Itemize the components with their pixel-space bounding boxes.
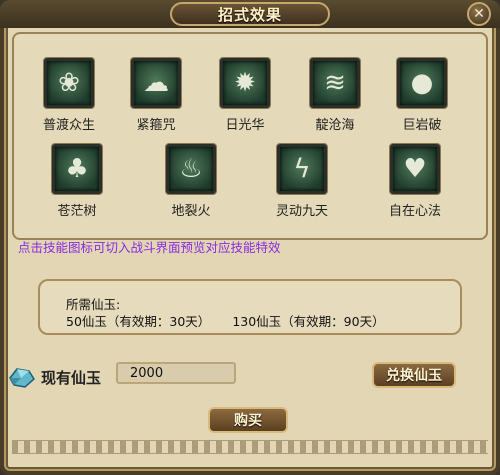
skill-label: 靛沧海 [315,118,355,133]
skill-label: 自在心法 [388,204,441,219]
skill-item[interactable]: ♣ 苍茫树 [42,144,112,219]
dialog-title: 招式效果 [217,5,282,24]
lotus-icon[interactable]: ❀ [44,58,94,108]
decorative-border [12,440,488,454]
skill-label: 日光华 [225,118,265,133]
skill-item[interactable]: ≋ 靛沧海 [300,58,370,133]
skill-label: 地裂火 [171,204,211,219]
skill-item[interactable]: ♨ 地裂火 [156,144,226,219]
skill-item[interactable]: ❀ 普渡众生 [34,58,104,133]
boulder-icon[interactable]: ● [397,58,447,108]
skill-label: 巨岩破 [402,118,442,133]
skill-item[interactable]: ☁ 紧箍咒 [121,58,191,133]
cloud-icon[interactable]: ☁ [131,58,181,108]
skill-label: 普渡众生 [42,118,95,133]
title-plate: 招式效果 [170,2,330,26]
buy-button[interactable]: 购买 [208,407,288,433]
cost-box: 所需仙玉: 50仙玉（有效期：30天） 130仙玉（有效期：90天） [38,279,462,335]
exchange-jade-button[interactable]: 兑换仙玉 [372,362,456,388]
close-button[interactable]: ✕ [467,2,491,26]
skill-label: 紧箍咒 [136,118,176,133]
title-bar: 招式效果 [0,0,500,28]
skill-label: 灵动九天 [275,204,328,219]
skill-item[interactable]: ♥ 自在心法 [380,144,450,219]
cost-option-90-days: 130仙玉（有效期：90天） [232,314,385,329]
tree-icon[interactable]: ♣ [52,144,102,194]
fire-icon[interactable]: ♨ [166,144,216,194]
close-icon: ✕ [473,6,485,22]
hearts-icon[interactable]: ♥ [390,144,440,194]
cost-option-30-days: 50仙玉（有效期：30天） [66,314,211,329]
owned-jade-label: 现有仙玉 [41,369,102,387]
skills-panel: ❀ 普渡众生 ☁ 紧箍咒 ✹ 日光华 ≋ 靛沧海 ● 巨岩破 ♣ 苍茫树 ♨ 地… [12,32,488,240]
skill-preview-hint: 点击技能图标可切入战斗界面预览对应技能特效 [18,240,281,255]
jade-gem-icon [6,365,38,391]
skill-label: 苍茫树 [57,204,97,219]
skill-item[interactable]: ● 巨岩破 [387,58,457,133]
lightning-icon[interactable]: ϟ [277,144,327,194]
sun-flower-icon[interactable]: ✹ [220,58,270,108]
skill-item[interactable]: ϟ 灵动九天 [267,144,337,219]
owned-jade-value: 2000 [116,362,236,384]
wave-icon[interactable]: ≋ [310,58,360,108]
cost-options: 50仙玉（有效期：30天） 130仙玉（有效期：90天） [66,311,385,330]
skill-item[interactable]: ✹ 日光华 [210,58,280,133]
